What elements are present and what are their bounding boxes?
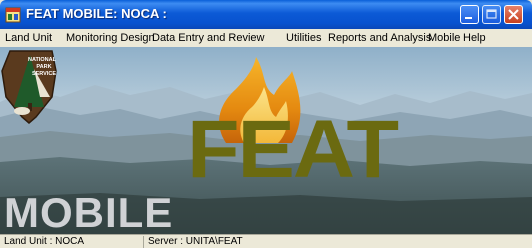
menu-reports-and-analysis[interactable]: Reports and Analysis <box>328 32 431 44</box>
menu-bar: Land Unit Monitoring Design Data Entry a… <box>0 29 532 47</box>
maximize-button[interactable] <box>482 5 501 24</box>
menu-land-unit[interactable]: Land Unit <box>5 32 52 44</box>
close-button[interactable] <box>504 5 523 24</box>
nps-label-national: NATIONAL <box>28 57 57 63</box>
menu-monitoring-design[interactable]: Monitoring Design <box>66 32 155 44</box>
menu-help[interactable]: Help <box>463 32 486 44</box>
menu-mobile[interactable]: Mobile <box>428 32 460 44</box>
window-title: FEAT MOBILE: NOCA : <box>26 6 167 21</box>
minimize-icon <box>465 17 472 19</box>
menu-data-entry-and-review[interactable]: Data Entry and Review <box>152 32 265 44</box>
nps-label-park: PARK <box>36 64 51 70</box>
feat-logo-text: FEAT <box>186 104 399 195</box>
mobile-logo-text: MOBILE <box>4 189 174 234</box>
minimize-button[interactable] <box>460 5 479 24</box>
status-land-unit: Land Unit : NOCA <box>2 236 144 248</box>
app-window: FEAT MOBILE: NOCA : Land Unit Monitoring… <box>0 0 532 248</box>
status-bar: Land Unit : NOCA Server : UNITA\FEAT <box>0 234 532 248</box>
status-server: Server : UNITA\FEAT <box>148 236 243 247</box>
maximize-icon <box>486 9 497 19</box>
app-window-icon <box>5 7 21 23</box>
arrowhead-emblem-icon: NATIONAL PARK SERVICE <box>1 50 57 124</box>
splash-canvas: FEAT MOBILE NATIONAL PARK SERVICE <box>0 47 532 234</box>
close-icon <box>508 9 519 20</box>
menu-utilities[interactable]: Utilities <box>286 32 321 44</box>
title-bar[interactable]: FEAT MOBILE: NOCA : <box>0 0 532 29</box>
nps-label-service: SERVICE <box>32 71 56 77</box>
